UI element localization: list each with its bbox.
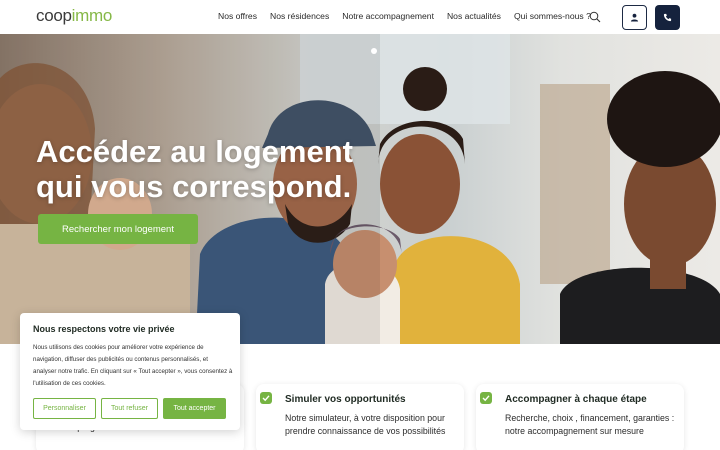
- feature-card-simuler: Simuler vos opportunités Notre simulateu…: [256, 384, 464, 450]
- search-icon[interactable]: [589, 11, 601, 23]
- cookie-customize-button[interactable]: Personnaliser: [33, 398, 96, 419]
- nav-item-qui-sommes-nous[interactable]: Qui sommes-nous ?: [514, 11, 591, 21]
- user-icon: [630, 13, 639, 22]
- feature-card-accompagner: Accompagner à chaque étape Recherche, ch…: [476, 384, 684, 450]
- coopimmo-logo[interactable]: coopimmo: [36, 6, 112, 26]
- feature-title-simuler: Simuler vos opportunités: [285, 394, 406, 405]
- feature-desc-simuler: Notre simulateur, à votre disposition po…: [285, 413, 446, 436]
- phone-button[interactable]: [655, 5, 680, 30]
- cookie-accept-button[interactable]: Tout accepter: [163, 398, 226, 419]
- check-icon: [260, 392, 272, 404]
- phone-icon: [663, 13, 672, 22]
- account-button[interactable]: [622, 5, 647, 30]
- cookie-title: Nous respectons votre vie privée: [33, 324, 175, 334]
- nav-item-offres[interactable]: Nos offres: [218, 11, 257, 21]
- search-housing-button[interactable]: Rechercher mon logement: [38, 214, 198, 244]
- check-icon: [480, 392, 492, 404]
- logo-text-b: immo: [71, 6, 113, 25]
- cookie-text: Nous utilisons des cookies pour améliore…: [33, 344, 233, 387]
- hero-banner: Accédez au logement qui vous correspond.…: [0, 34, 720, 344]
- nav-item-residences[interactable]: Nos résidences: [270, 11, 329, 21]
- logo-text-a: coop: [36, 6, 72, 25]
- site-header: coopimmo Nos offres Nos résidences Notre…: [0, 0, 720, 34]
- cookie-refuse-button[interactable]: Tout refuser: [101, 398, 158, 419]
- feature-desc-accompagner: Recherche, choix , financement, garantie…: [505, 413, 675, 436]
- feature-title-accompagner: Accompagner à chaque étape: [505, 394, 647, 405]
- nav-item-actualites[interactable]: Nos actualités: [447, 11, 501, 21]
- nav-item-accompagnement[interactable]: Notre accompagnement: [342, 11, 434, 21]
- cookie-consent-banner: Nous respectons votre vie privée Nous ut…: [20, 313, 240, 430]
- hero-title: Accédez au logement qui vous correspond.: [36, 134, 353, 204]
- main-nav: Nos offres Nos résidences Notre accompag…: [218, 11, 591, 21]
